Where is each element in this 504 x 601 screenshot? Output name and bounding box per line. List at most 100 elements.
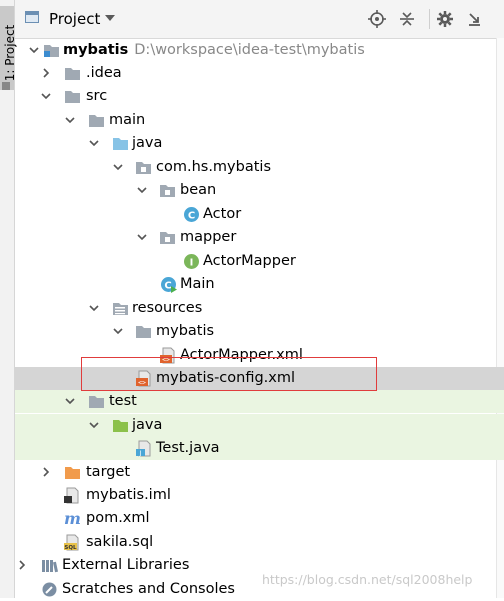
test-folder-icon bbox=[112, 417, 129, 434]
locate-icon[interactable] bbox=[368, 10, 386, 28]
tree-node-bean[interactable]: bean bbox=[15, 179, 504, 202]
tree-node-resources[interactable]: resources bbox=[15, 297, 504, 320]
tree-node-actor[interactable]: C Actor bbox=[15, 203, 504, 226]
chevron-right-icon[interactable] bbox=[41, 68, 51, 78]
chevron-down-icon[interactable] bbox=[113, 326, 123, 336]
tree-node-mybatis[interactable]: mybatis D:\workspace\idea-test\mybatis bbox=[15, 39, 504, 62]
tree-node-java-main[interactable]: java bbox=[15, 132, 504, 155]
tree-node-package[interactable]: com.hs.mybatis bbox=[15, 156, 504, 179]
tree-node-label: Actor bbox=[203, 205, 241, 224]
chevron-down-icon[interactable] bbox=[105, 15, 115, 21]
tree-node-name: resources bbox=[132, 300, 203, 316]
tree-node-label: Test.java bbox=[156, 439, 220, 458]
tree-node-label: target bbox=[86, 463, 130, 482]
project-tool-tab[interactable]: 1: Project bbox=[0, 6, 17, 90]
project-window-icon bbox=[25, 11, 39, 23]
chevron-down-icon[interactable] bbox=[41, 91, 51, 101]
chevron-right-icon[interactable] bbox=[41, 467, 51, 477]
tree-node-label: main bbox=[109, 111, 145, 130]
tree-node-iml[interactable]: mybatis.iml bbox=[15, 484, 504, 507]
tree-node-target[interactable]: target bbox=[15, 461, 504, 484]
tree-node-name: mybatis bbox=[156, 323, 215, 339]
tree-node-label: ActorMapper bbox=[203, 252, 296, 271]
tree-node-main[interactable]: main bbox=[15, 109, 504, 132]
chevron-down-icon[interactable] bbox=[113, 162, 123, 172]
tree-node-label: ActorMapper.xml bbox=[180, 346, 303, 365]
hide-icon[interactable] bbox=[466, 10, 484, 28]
folder-icon bbox=[64, 88, 81, 105]
chevron-down-icon[interactable] bbox=[65, 396, 75, 406]
tree-node-testjava[interactable]: J Test.java bbox=[15, 437, 504, 460]
tree-node-name: sakila.sql bbox=[86, 534, 154, 550]
tree-node-label: com.hs.mybatis bbox=[156, 158, 271, 177]
package-icon bbox=[135, 159, 152, 176]
watermark-text: https://blog.csdn.net/sql2008help bbox=[262, 572, 473, 587]
tree-node-label: java bbox=[132, 134, 162, 153]
resources-folder-icon bbox=[112, 300, 129, 317]
tree-node-name: Actor bbox=[203, 206, 242, 222]
scratches-icon bbox=[41, 581, 58, 598]
tool-window-strip: 1: Project bbox=[0, 0, 17, 598]
source-folder-icon bbox=[112, 135, 129, 152]
svg-text:C: C bbox=[164, 281, 171, 292]
tree-node-mapper[interactable]: mapper bbox=[15, 226, 504, 249]
tree-node-name: mapper bbox=[180, 229, 237, 245]
chevron-down-icon[interactable] bbox=[65, 115, 75, 125]
tree-node-label: mybatis D:\workspace\idea-test\mybatis bbox=[63, 41, 365, 60]
tree-node-label: sakila.sql bbox=[86, 533, 153, 552]
chevron-down-icon[interactable] bbox=[89, 420, 99, 430]
header-divider bbox=[429, 9, 430, 29]
collapse-icon[interactable] bbox=[398, 10, 416, 28]
project-view-title[interactable]: Project bbox=[49, 9, 100, 29]
tree-node-label: External Libraries bbox=[62, 556, 189, 575]
folder-icon bbox=[64, 65, 81, 82]
main-class-icon: C bbox=[160, 276, 177, 293]
svg-text:<>: <> bbox=[138, 379, 146, 387]
xml-file-icon: <> bbox=[160, 347, 177, 364]
sql-file-icon: SQL bbox=[64, 534, 81, 551]
tree-node-actormapper-xml[interactable]: <> ActorMapper.xml bbox=[15, 344, 504, 367]
tree-node-sql[interactable]: SQL sakila.sql bbox=[15, 531, 504, 554]
chevron-down-icon[interactable] bbox=[137, 232, 147, 242]
tree-node-mybatis-res[interactable]: mybatis bbox=[15, 320, 504, 343]
libraries-icon bbox=[41, 557, 58, 574]
tree-node-src[interactable]: src bbox=[15, 85, 504, 108]
tree-node-label: test bbox=[109, 392, 137, 411]
chevron-down-icon[interactable] bbox=[89, 138, 99, 148]
svg-text:SQL: SQL bbox=[64, 545, 77, 551]
svg-text:I: I bbox=[190, 258, 194, 269]
tree-node-label: Scratches and Consoles bbox=[62, 580, 235, 599]
interface-icon: I bbox=[183, 253, 200, 270]
tree-node-pom[interactable]: m pom.xml bbox=[15, 507, 504, 530]
tree-node-label: .idea bbox=[86, 64, 122, 83]
project-header: Project bbox=[15, 0, 504, 39]
chevron-right-icon[interactable] bbox=[17, 560, 27, 570]
settings-icon[interactable] bbox=[436, 10, 454, 28]
tree-node-label: resources bbox=[132, 299, 202, 318]
tree-node-idea[interactable]: .idea bbox=[15, 62, 504, 85]
module-path: D:\workspace\idea-test\mybatis bbox=[134, 42, 365, 58]
tree-node-test[interactable]: test bbox=[15, 390, 504, 413]
iml-file-icon bbox=[64, 487, 81, 504]
project-tool-icon bbox=[2, 82, 10, 90]
tree-node-name: target bbox=[86, 464, 131, 480]
tree-node-main-class[interactable]: C Main bbox=[15, 273, 504, 296]
tree-node-name: ActorMapper.xml bbox=[180, 347, 303, 363]
tree-node-config-xml[interactable]: <> mybatis-config.xml bbox=[15, 367, 504, 390]
maven-icon: m bbox=[64, 510, 81, 527]
xml-file-icon: <> bbox=[136, 370, 153, 387]
svg-text:<>: <> bbox=[162, 356, 170, 364]
chevron-down-icon[interactable] bbox=[137, 185, 147, 195]
class-icon: C bbox=[183, 206, 200, 223]
tree-node-label: pom.xml bbox=[86, 509, 150, 528]
excluded-folder-icon bbox=[64, 464, 81, 481]
svg-text:m: m bbox=[64, 510, 81, 527]
chevron-down-icon[interactable] bbox=[89, 303, 99, 313]
tree-node-label: mapper bbox=[180, 228, 236, 247]
tree-node-name: bean bbox=[180, 182, 217, 198]
tree-node-actormapper[interactable]: I ActorMapper bbox=[15, 250, 504, 273]
chevron-down-icon[interactable] bbox=[29, 45, 39, 55]
tree-node-java-test[interactable]: java bbox=[15, 414, 504, 437]
tree-node-name: mybatis.iml bbox=[86, 487, 171, 503]
tree-node-label: src bbox=[86, 87, 107, 106]
